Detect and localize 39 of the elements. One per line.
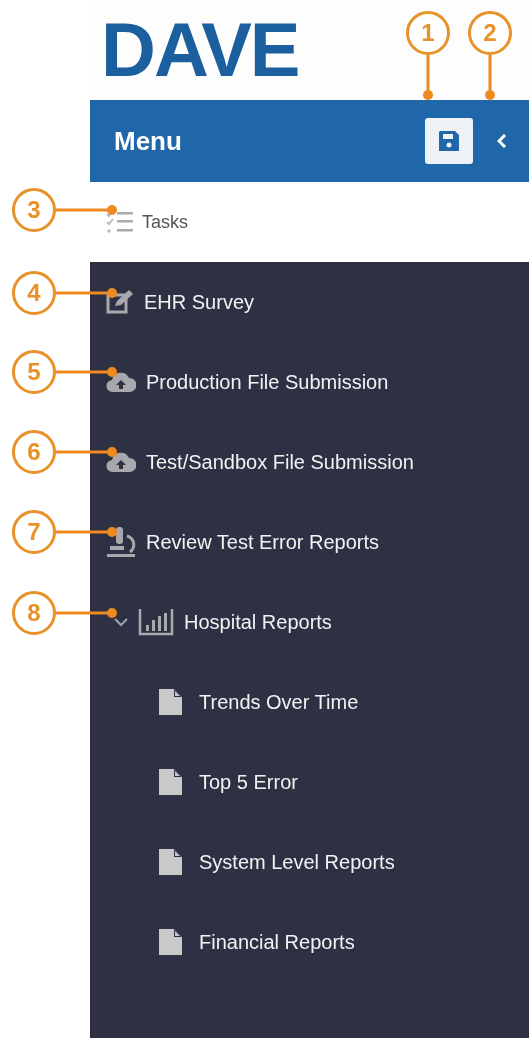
chevron-left-icon xyxy=(497,134,507,148)
logo: DAVE xyxy=(101,12,299,88)
callout-number: 7 xyxy=(12,510,56,554)
collapse-button[interactable] xyxy=(497,134,507,148)
callout-number: 5 xyxy=(12,350,56,394)
edit-icon xyxy=(106,289,134,315)
file-icon xyxy=(158,688,183,716)
report-item[interactable]: System Level Reports xyxy=(90,822,529,902)
task-list-icon xyxy=(106,210,134,234)
callout-number: 3 xyxy=(12,188,56,232)
save-button[interactable] xyxy=(425,118,473,164)
cloud-upload-icon xyxy=(106,372,136,392)
leader-line xyxy=(423,55,433,100)
leader-line xyxy=(485,55,495,100)
file-icon xyxy=(158,848,183,876)
leader-line xyxy=(56,288,118,298)
nav-item[interactable]: EHR Survey xyxy=(90,262,529,342)
file-icon xyxy=(158,928,183,956)
callout-number: 8 xyxy=(12,591,56,635)
callout-number: 4 xyxy=(12,271,56,315)
leader-line xyxy=(56,608,118,618)
report-item[interactable]: Trends Over Time xyxy=(90,662,529,742)
leader-line xyxy=(56,205,118,215)
bar-chart-icon xyxy=(138,608,174,636)
callout-number: 6 xyxy=(12,430,56,474)
report-item[interactable]: Financial Reports xyxy=(90,902,529,982)
leader-line xyxy=(56,367,118,377)
report-item[interactable]: Top 5 Error xyxy=(90,742,529,822)
microscope-icon xyxy=(106,526,136,558)
nav-item[interactable]: Test/Sandbox File Submission xyxy=(90,422,529,502)
menu-title: Menu xyxy=(114,125,183,157)
nav-item[interactable]: Hospital Reports xyxy=(90,582,529,662)
nav-item[interactable]: Production File Submission xyxy=(90,342,529,422)
save-icon xyxy=(438,130,460,152)
file-icon xyxy=(158,768,183,796)
leader-line xyxy=(56,447,118,457)
nav-item[interactable]: Review Test Error Reports xyxy=(90,502,529,582)
cloud-upload-icon xyxy=(106,452,136,472)
leader-line xyxy=(56,527,118,537)
